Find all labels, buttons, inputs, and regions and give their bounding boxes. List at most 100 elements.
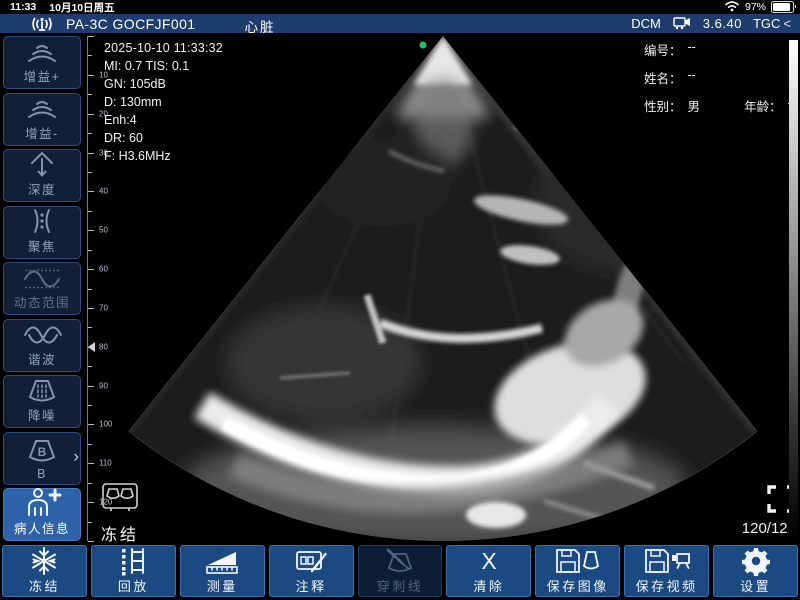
ruler-tick — [88, 308, 94, 309]
toolbar-button-save-image[interactable]: 保存图像 — [535, 545, 620, 597]
ruler-tick — [88, 36, 94, 37]
chevron-left-icon: < — [783, 16, 791, 31]
ruler-label: 10 — [99, 70, 108, 79]
toolbar-button-label: 测量 — [207, 576, 238, 595]
toolbar-button-playback[interactable]: 回放 — [91, 545, 176, 597]
ruler-tick — [88, 75, 94, 76]
ruler-tick — [88, 366, 92, 367]
ruler-tick — [88, 172, 92, 173]
ruler-tick — [88, 114, 94, 115]
sidebar-item-depth[interactable]: 深度 — [3, 149, 81, 202]
ruler-tick — [88, 424, 94, 425]
tgc-label: TGC — [753, 16, 780, 31]
sidebar-item-label: 谐波 — [28, 349, 56, 368]
battery-percent: 97% — [745, 1, 766, 13]
ruler-tick — [88, 94, 92, 95]
bottom-toolbar: 冻结 回放 测量 注释 穿刺线 X 清除 保存图像保存视频设置 — [0, 545, 800, 597]
patient-age-label: 年龄： — [744, 96, 782, 115]
sidebar-item-label: 增益- — [25, 123, 59, 142]
toolbar-button-clear[interactable]: X 清除 — [446, 545, 531, 597]
toolbar-button-label: 保存图像 — [547, 576, 609, 595]
svg-text:X: X — [481, 548, 496, 574]
ruler-tick — [88, 463, 94, 464]
ruler-tick — [88, 250, 92, 251]
dcm-transfer-icon[interactable] — [672, 14, 692, 33]
note-icon — [294, 548, 328, 574]
grayscale-bar — [789, 40, 798, 540]
ruler-tick — [88, 522, 92, 523]
dual-image-icon — [101, 500, 139, 517]
focus-marker-icon[interactable] — [88, 342, 95, 352]
depth-icon — [24, 149, 60, 179]
ruler-label: 40 — [99, 187, 108, 196]
b-mode-icon: B — [24, 435, 60, 467]
sidebar-item-denoise[interactable]: 降噪 — [3, 375, 81, 428]
needle-icon — [383, 548, 417, 574]
software-version: 3.6.40 — [703, 16, 742, 31]
toolbar-button-label: 穿刺线 — [377, 576, 424, 595]
ruler-label: 50 — [99, 226, 108, 235]
orientation-marker-dot — [420, 42, 427, 49]
patient-icon — [22, 486, 62, 518]
battery-icon — [771, 1, 794, 13]
frame-counter: 120/121 — [742, 520, 796, 537]
sidebar-item-patient-info[interactable]: 病人信息 — [3, 488, 81, 541]
status-bar: 11:33 10月10日周五 97% — [0, 0, 800, 14]
toolbar-button-label: 清除 — [473, 576, 504, 595]
sidebar-item-harmonic[interactable]: 谐波 — [3, 319, 81, 372]
clock-time: 11:33 — [10, 1, 36, 13]
ruler-label: 110 — [99, 459, 112, 468]
sidebar-item-focus[interactable]: 聚焦 — [3, 206, 81, 259]
ruler-label: 90 — [99, 381, 108, 390]
sidebar-item-dynamic-range[interactable]: 动态范围 — [3, 262, 81, 315]
ultrasound-app-screen: 11:33 10月10日周五 97% PA-3C GOCFJF001 心脏 DC… — [0, 0, 800, 600]
sidebar-item-label: 聚焦 — [28, 236, 56, 255]
ruler-tick — [88, 483, 92, 484]
patient-id-label: 编号： — [644, 40, 682, 59]
toolbar-button-annotate[interactable]: 注释 — [269, 545, 354, 597]
ruler-label: 20 — [99, 109, 108, 118]
save-image-icon — [554, 548, 602, 574]
toolbar-button-needle-guide[interactable]: 穿刺线 — [358, 545, 443, 597]
sidebar-item-label: 降噪 — [28, 405, 56, 424]
clock-date: 10月10日周五 — [49, 0, 114, 15]
toolbar-button-measure[interactable]: 测量 — [180, 545, 265, 597]
ruler-icon — [205, 548, 239, 574]
patient-sex-value: 男 — [688, 96, 701, 115]
toolbar-button-settings[interactable]: 设置 — [713, 545, 798, 597]
ruler-label: 70 — [99, 303, 108, 312]
ruler-tick — [88, 133, 92, 134]
ruler-tick — [88, 55, 92, 56]
toolbar-button-freeze[interactable]: 冻结 — [2, 545, 87, 597]
patient-name-value: -- — [688, 68, 696, 87]
toolbar-button-label: 注释 — [296, 576, 327, 595]
ruler-label: 30 — [99, 148, 108, 157]
toolbar-button-save-video[interactable]: 保存视频 — [624, 545, 709, 597]
dcm-label[interactable]: DCM — [631, 16, 661, 31]
sidebar-item-label: 增益+ — [24, 66, 61, 85]
ultrasound-display-area: 2025-10-10 11:33:32 MI: 0.7 TIS: 0.1 GN:… — [84, 33, 800, 545]
ruler-tick — [88, 541, 94, 542]
patient-id-value: -- — [688, 40, 696, 59]
gain-plus-icon — [24, 39, 60, 66]
patient-sex-label: 性别： — [644, 96, 682, 115]
toolbar-button-label: 设置 — [740, 576, 771, 595]
probe-antenna-icon — [30, 15, 54, 33]
dynamic-range-icon — [21, 265, 63, 292]
chevron-right-icon: › — [73, 446, 79, 466]
ruler-label: 100 — [99, 420, 112, 429]
ruler-tick — [88, 444, 92, 445]
ruler-tick — [88, 289, 92, 290]
ruler-tick — [88, 386, 94, 387]
toolbar-button-label: 冻结 — [29, 576, 60, 595]
toolbar-button-label: 回放 — [118, 576, 149, 595]
sidebar-item-label: 动态范围 — [14, 292, 70, 311]
sidebar-item-gain-minus[interactable]: 增益- — [3, 93, 81, 146]
focus-icon — [24, 206, 60, 236]
ruler-tick — [88, 269, 94, 270]
sidebar-item-gain-plus[interactable]: 增益+ — [3, 36, 81, 89]
tgc-control[interactable]: TGC < — [753, 16, 791, 31]
sidebar-item-label: 病人信息 — [14, 518, 70, 537]
gain-minus-icon — [24, 96, 60, 123]
sidebar-item-b-mode[interactable]: BB› — [3, 432, 81, 485]
